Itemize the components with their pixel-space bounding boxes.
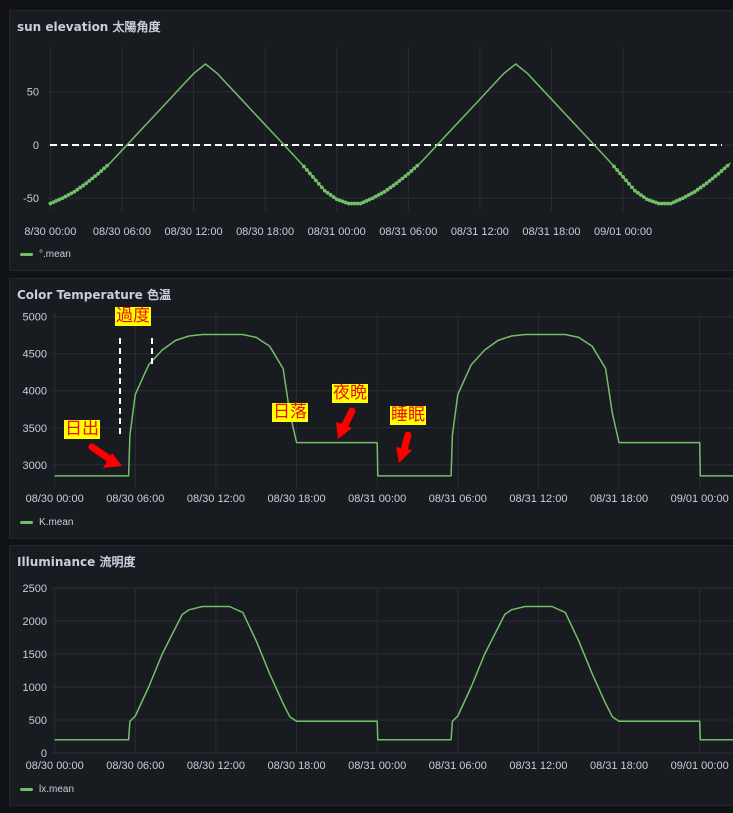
illuminance-panel: Illuminance 流明度 0 500 1000 1500 2000 2500 08/3…	[9, 545, 733, 806]
series-point	[105, 163, 109, 168]
legend-label: lx.mean	[39, 784, 75, 795]
y-tick-label: 3500	[23, 423, 47, 435]
illuminance-chart[interactable]: 0 500 1000 1500 2000 2500 08/30 00:00 08/30 06:…	[10, 546, 733, 806]
legend[interactable]: K.mean	[20, 517, 73, 528]
x-tick-label: 08/30 00:00	[26, 760, 84, 772]
series-point	[612, 164, 616, 169]
legend-swatch	[20, 521, 33, 524]
series-point	[627, 181, 631, 186]
series-point	[84, 181, 89, 186]
x-tick-label: 08/31 18:00	[522, 226, 580, 238]
legend-swatch	[20, 788, 33, 791]
x-tick-label: 08/31 18:00	[590, 493, 648, 505]
series-point	[310, 175, 315, 179]
series-point	[618, 171, 622, 176]
x-tick-label: 08/30 06:00	[106, 493, 164, 505]
x-tick-label: 08/30 12:00	[164, 226, 222, 238]
x-tick-label: 08/31 00:00	[348, 760, 406, 772]
sunrise-label: 日出	[64, 419, 100, 439]
sun-elevation-panel: sun elevation 太陽角度 -50 0 50 8/30 00:00 08/30…	[9, 10, 733, 271]
y-tick-label: 2000	[23, 616, 47, 628]
x-tick-label: 08/31 18:00	[590, 760, 648, 772]
series-point	[319, 185, 324, 190]
y-tick-label: 500	[29, 715, 47, 727]
series-point	[621, 175, 625, 179]
series-point	[406, 171, 411, 176]
sun-elevation-chart[interactable]: -50 0 50 8/30 00:00 08/30 06:00 08/30 12:00 08…	[10, 11, 733, 271]
x-tick-label: 08/30 00:00	[26, 493, 84, 505]
series-point	[415, 163, 420, 168]
series-point	[316, 181, 321, 186]
x-tick-label: 08/30 18:00	[236, 226, 294, 238]
evening-label: 夜晩	[332, 383, 368, 403]
series-point	[87, 179, 92, 183]
y-tick-label: -50	[23, 193, 39, 205]
y-tick-label: 5000	[23, 312, 47, 324]
x-tick-label: 08/31 06:00	[429, 760, 487, 772]
series-point	[96, 171, 101, 176]
transition-start-marker	[119, 338, 121, 434]
legend-label: °.mean	[39, 249, 71, 260]
series-point	[710, 176, 715, 181]
series-point	[412, 166, 417, 171]
legend-swatch	[20, 253, 33, 256]
x-tick-label: 08/30 18:00	[267, 760, 325, 772]
series-point	[403, 174, 408, 179]
x-tick-label: 08/31 06:00	[379, 226, 437, 238]
transition-end-marker	[151, 338, 153, 364]
series-point	[313, 178, 318, 183]
x-tick-label: 08/31 12:00	[509, 760, 567, 772]
legend[interactable]: °.mean	[20, 249, 71, 260]
series-point	[716, 171, 721, 176]
series-point	[615, 168, 619, 172]
series-point	[725, 163, 730, 168]
x-tick-label: 08/31 12:00	[451, 226, 509, 238]
x-tick-label: 08/30 06:00	[106, 760, 164, 772]
y-tick-label: 1000	[23, 682, 47, 694]
x-tick-label: 08/30 12:00	[187, 760, 245, 772]
sunset-label: 日落	[272, 402, 308, 422]
x-tick-label: 09/01 00:00	[671, 760, 729, 772]
series-point	[397, 179, 402, 183]
y-tick-label: 0	[41, 748, 47, 760]
x-tick-label: 08/31 12:00	[509, 493, 567, 505]
x-tick-label: 08/31 06:00	[429, 493, 487, 505]
legend[interactable]: lx.mean	[20, 784, 74, 795]
y-tick-label: 1500	[23, 649, 47, 661]
legend-label: K.mean	[39, 517, 74, 528]
series-point	[99, 169, 103, 173]
transition-label: 過度	[115, 306, 151, 326]
x-tick-label: 8/30 00:00	[24, 226, 76, 238]
series-point	[719, 169, 724, 173]
series-point	[707, 179, 712, 183]
sleep-label: 睡眠	[390, 405, 426, 425]
series-point	[400, 176, 405, 181]
y-tick-label: 4500	[23, 349, 47, 361]
series-point	[722, 166, 727, 171]
x-tick-label: 08/31 00:00	[348, 493, 406, 505]
series-point	[624, 178, 628, 183]
y-tick-label: 3000	[23, 460, 47, 472]
series-point	[90, 176, 95, 181]
x-tick-label: 08/30 06:00	[93, 226, 151, 238]
series-point	[713, 174, 718, 179]
series-point	[307, 171, 312, 176]
series-point	[93, 174, 98, 179]
y-tick-label: 50	[27, 87, 39, 99]
y-tick-label: 0	[33, 140, 39, 152]
series-point	[302, 164, 306, 169]
series-point	[704, 181, 709, 186]
x-tick-label: 08/31 00:00	[308, 226, 366, 238]
y-tick-label: 4000	[23, 386, 47, 398]
series-point	[394, 181, 399, 186]
x-tick-label: 09/01 00:00	[671, 493, 729, 505]
y-tick-label: 2500	[23, 583, 47, 595]
x-tick-label: 08/30 18:00	[267, 493, 325, 505]
series-point	[409, 169, 414, 173]
series-point	[304, 168, 309, 172]
x-tick-label: 09/01 00:00	[594, 226, 652, 238]
x-tick-label: 08/30 12:00	[187, 493, 245, 505]
series-point	[102, 166, 106, 171]
series-point	[630, 185, 634, 190]
